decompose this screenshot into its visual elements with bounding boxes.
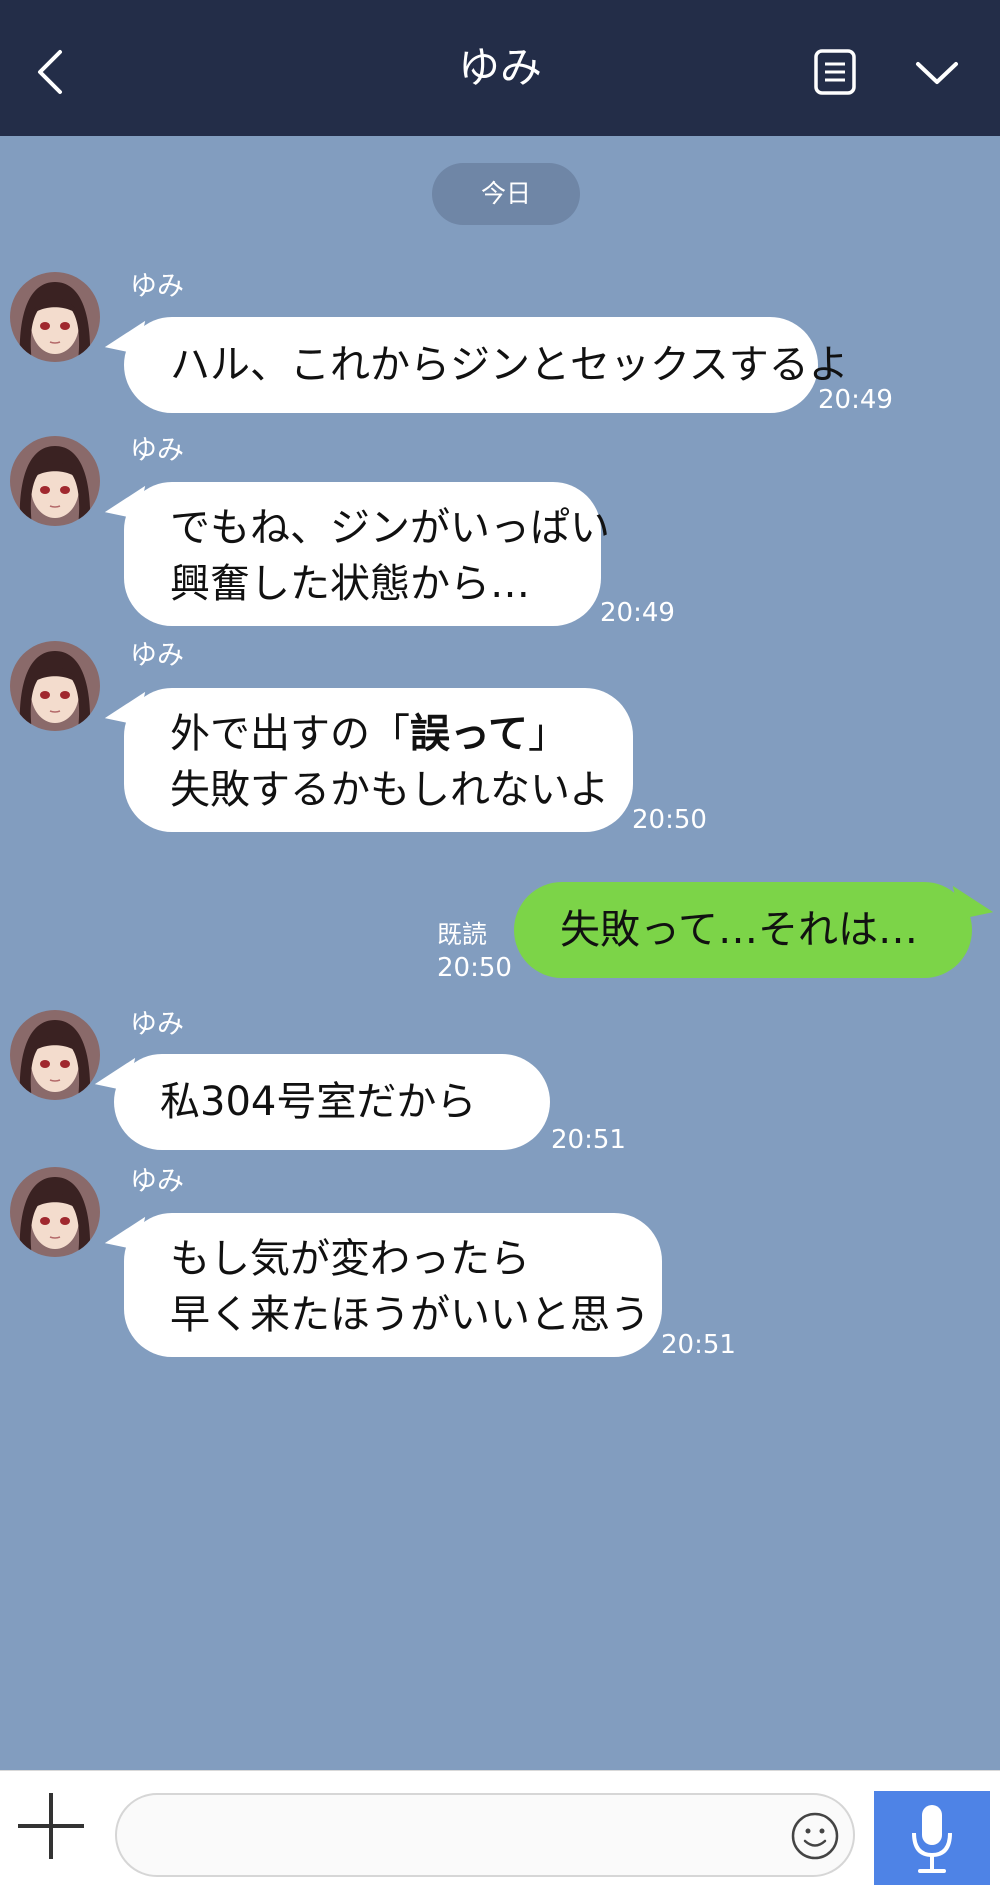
smiley-icon bbox=[791, 1812, 839, 1860]
avatar[interactable] bbox=[10, 1167, 100, 1257]
message-time: 20:51 bbox=[551, 1125, 626, 1155]
menu-button[interactable] bbox=[912, 54, 962, 90]
sender-name: ゆみ bbox=[130, 640, 184, 671]
chat-header: ゆみ bbox=[0, 0, 1000, 136]
message-text-line: もし気が変わったら bbox=[170, 1236, 530, 1282]
message-text-line: 興奮した状態から… bbox=[170, 561, 530, 607]
chevron-down-icon bbox=[916, 62, 958, 84]
avatar[interactable] bbox=[10, 641, 100, 731]
avatar[interactable] bbox=[10, 436, 100, 526]
message-time: 20:51 bbox=[661, 1330, 736, 1360]
message-text-line: でもね、ジンがいっぱい bbox=[170, 505, 610, 551]
message-bubble[interactable]: 私304号室だから bbox=[114, 1054, 550, 1150]
emphasis-text: 誤って bbox=[410, 711, 528, 757]
message-time: 20:49 bbox=[818, 385, 893, 415]
add-attachment-button[interactable] bbox=[14, 1789, 88, 1863]
message-text: 失敗って…それは… bbox=[560, 907, 918, 953]
message-text-line: 外で出すの「誤って」 bbox=[170, 711, 568, 757]
message-bubble[interactable]: でもね、ジンがいっぱい 興奮した状態から… bbox=[124, 482, 610, 626]
read-receipt: 既読 bbox=[437, 920, 488, 949]
emoji-button[interactable] bbox=[790, 1811, 840, 1861]
microphone-icon bbox=[912, 1805, 952, 1873]
message-composer bbox=[0, 1770, 1000, 1898]
message-time: 20:50 bbox=[632, 805, 707, 835]
message-text-line: 失敗するかもしれないよ bbox=[170, 767, 610, 813]
notes-button[interactable] bbox=[812, 48, 858, 96]
message-input[interactable] bbox=[115, 1793, 855, 1877]
avatar[interactable] bbox=[10, 1010, 100, 1100]
message-bubble[interactable]: 外で出すの「誤って」 失敗するかもしれないよ bbox=[124, 688, 633, 832]
sender-name: ゆみ bbox=[130, 1166, 184, 1197]
message-bubble[interactable]: もし気が変わったら 早く来たほうがいいと思う bbox=[124, 1213, 662, 1357]
voice-input-button[interactable] bbox=[874, 1791, 990, 1885]
date-divider: 今日 bbox=[432, 163, 580, 225]
plus-icon bbox=[18, 1793, 84, 1859]
message-text: ハル、これからジンとセックスするよ bbox=[170, 342, 849, 388]
sender-name: ゆみ bbox=[130, 271, 184, 302]
message-time: 20:49 bbox=[600, 598, 675, 628]
document-icon bbox=[814, 49, 856, 95]
message-time: 20:50 bbox=[437, 953, 512, 983]
message-bubble-outgoing[interactable]: 失敗って…それは… bbox=[514, 882, 972, 978]
message-text-line: 早く来たほうがいいと思う bbox=[170, 1292, 650, 1338]
avatar[interactable] bbox=[10, 272, 100, 362]
sender-name: ゆみ bbox=[130, 1009, 184, 1040]
message-text: 私304号室だから bbox=[160, 1079, 477, 1125]
message-bubble[interactable]: ハル、これからジンとセックスするよ bbox=[124, 317, 849, 413]
sender-name: ゆみ bbox=[130, 435, 184, 466]
